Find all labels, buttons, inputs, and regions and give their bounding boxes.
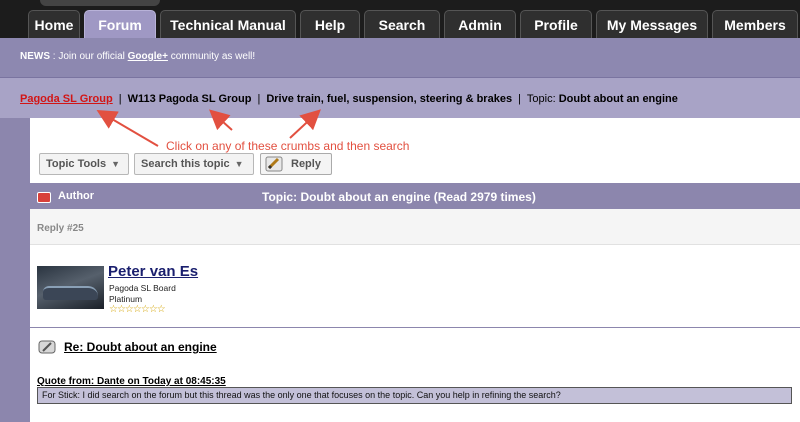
chevron-down-icon: ▼ <box>234 159 244 169</box>
post-divider <box>30 327 800 328</box>
post-title-link[interactable]: Re: Doubt about an engine <box>64 340 217 354</box>
search-topic-label: Search this topic <box>141 158 230 170</box>
reply-label: Reply <box>291 158 321 170</box>
reply-row <box>30 209 800 245</box>
search-topic-button[interactable]: Search this topic ▼ <box>134 153 254 175</box>
annotation-text: Click on any of these crumbs and then se… <box>166 139 410 153</box>
avatar-car-shape <box>43 286 98 300</box>
annotation-arrow-3 <box>289 109 321 139</box>
avatar[interactable] <box>37 266 104 309</box>
quote-box: For Stick: I did search on the forum but… <box>37 387 792 404</box>
topic-tools-label: Topic Tools <box>46 158 107 170</box>
reply-button[interactable]: Reply <box>260 153 332 175</box>
topic-tools-button[interactable]: Topic Tools ▼ <box>39 153 129 175</box>
topic-read-count: Topic: Doubt about an engine (Read 2979 … <box>262 190 536 204</box>
annotation-arrow-1 <box>96 109 159 147</box>
annotation-arrow-2 <box>209 109 233 131</box>
chevron-down-icon: ▼ <box>111 159 121 169</box>
user-group: Pagoda SL Board <box>109 283 176 293</box>
quote-header[interactable]: Quote from: Dante on Today at 08:45:35 <box>37 376 226 387</box>
author-label: Author <box>58 190 95 202</box>
rank-stars: ☆☆☆☆☆☆☆ <box>109 304 166 315</box>
post-message-icon <box>38 340 56 354</box>
reply-number: Reply #25 <box>37 223 84 234</box>
author-icon <box>37 192 51 203</box>
reply-pencil-icon <box>265 156 283 172</box>
user-rank: Platinum <box>109 294 143 304</box>
username-link[interactable]: Peter van Es <box>108 263 198 280</box>
